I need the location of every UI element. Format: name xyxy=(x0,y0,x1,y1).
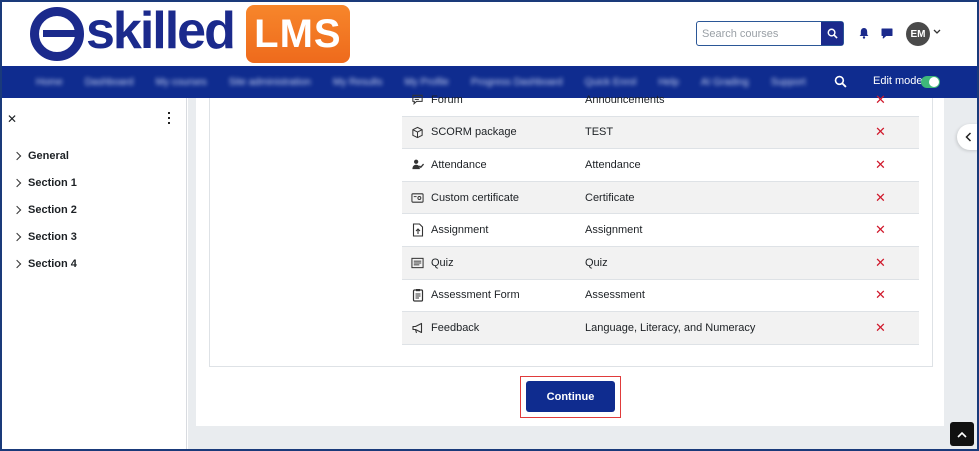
activity-type: Assignment xyxy=(431,224,489,237)
delete-icon[interactable]: ✕ xyxy=(875,92,886,108)
table-row: Feedback Language, Literacy, and Numerac… xyxy=(402,312,919,345)
scorm-package-icon xyxy=(402,126,431,139)
activity-name: Certificate xyxy=(585,191,635,204)
section-label: Section 1 xyxy=(28,177,77,189)
continue-button[interactable]: Continue xyxy=(526,381,615,412)
nav-item-my-courses[interactable]: My courses xyxy=(156,77,207,88)
logo-e-mark xyxy=(30,7,84,61)
chevron-right-icon xyxy=(12,205,22,215)
search-input[interactable] xyxy=(697,22,821,45)
activity-type: Assessment Form xyxy=(431,289,520,302)
edit-mode-toggle[interactable] xyxy=(921,76,940,88)
activity-name: Assignment xyxy=(585,224,643,237)
course-search xyxy=(696,21,844,46)
assessment-form-icon xyxy=(402,288,431,302)
delete-icon[interactable]: ✕ xyxy=(875,222,886,238)
section-label: Section 4 xyxy=(28,258,77,270)
assignment-icon xyxy=(402,223,431,237)
chevron-left-icon xyxy=(964,132,971,142)
open-block-drawer-button[interactable] xyxy=(957,124,979,150)
section-label: Section 2 xyxy=(28,204,77,216)
site-header: skilled LMS EM xyxy=(0,0,979,66)
chevron-right-icon xyxy=(12,178,22,188)
chevron-down-icon[interactable] xyxy=(933,29,941,35)
chat-icon[interactable] xyxy=(880,26,894,40)
user-avatar[interactable]: EM xyxy=(906,22,930,46)
table-row: Custom certificate Certificate ✕ xyxy=(402,181,919,215)
nav-item-dashboard[interactable]: Dashboard xyxy=(85,77,134,88)
activity-name: Language, Literacy, and Numeracy xyxy=(585,321,756,334)
search-button[interactable] xyxy=(821,22,843,45)
quiz-icon xyxy=(402,257,431,269)
delete-icon[interactable]: ✕ xyxy=(875,287,886,303)
kebab-menu-icon[interactable] xyxy=(166,112,172,124)
section-item-section-2[interactable]: Section 2 xyxy=(12,202,77,218)
activity-type: SCORM package xyxy=(431,126,517,139)
nav-item-my-results[interactable]: My Results xyxy=(333,77,382,88)
attendance-icon xyxy=(402,158,431,171)
section-label: Section 3 xyxy=(28,231,77,243)
table-row: SCORM package TEST ✕ xyxy=(402,116,919,150)
bell-icon[interactable] xyxy=(857,26,871,40)
activity-type: Feedback xyxy=(431,321,480,334)
activity-type: Quiz xyxy=(431,256,454,269)
section-item-general[interactable]: General xyxy=(12,148,69,164)
activity-name: TEST xyxy=(585,126,614,139)
activity-name: Announcements xyxy=(585,93,665,106)
activities-table: Forum Announcements ✕ SCORM package TEST… xyxy=(402,84,919,345)
activity-name: Attendance xyxy=(585,158,641,171)
nav-item-home[interactable]: Home xyxy=(36,77,63,88)
chevron-right-icon xyxy=(12,259,22,269)
section-label: General xyxy=(28,150,69,162)
delete-icon[interactable]: ✕ xyxy=(875,320,886,336)
section-item-section-3[interactable]: Section 3 xyxy=(12,229,77,245)
back-to-top-button[interactable] xyxy=(950,422,974,446)
table-row: Quiz Quiz ✕ xyxy=(402,246,919,280)
eskilled-lms-logo[interactable]: skilled LMS xyxy=(30,4,350,64)
chevron-right-icon xyxy=(12,232,22,242)
activity-type: Attendance xyxy=(431,158,487,171)
activity-name: Assessment xyxy=(585,289,645,302)
table-row: Attendance Attendance ✕ xyxy=(402,149,919,182)
certificate-icon xyxy=(402,192,431,204)
forum-icon xyxy=(402,93,431,106)
delete-icon[interactable]: ✕ xyxy=(875,124,886,140)
table-row: Forum Announcements ✕ xyxy=(402,84,919,117)
chevron-right-icon xyxy=(12,151,22,161)
logo-wordmark: skilled xyxy=(86,2,236,60)
feedback-icon xyxy=(402,322,431,334)
delete-icon[interactable]: ✕ xyxy=(875,190,886,206)
logo-lms-badge: LMS xyxy=(245,5,350,63)
table-row: Assessment Form Assessment ✕ xyxy=(402,280,919,313)
table-row: Assignment Assignment ✕ xyxy=(402,214,919,247)
delete-icon[interactable]: ✕ xyxy=(875,157,886,173)
activity-type: Custom certificate xyxy=(431,191,520,204)
section-item-section-4[interactable]: Section 4 xyxy=(12,256,77,272)
activity-name: Quiz xyxy=(585,256,608,269)
close-icon[interactable]: ✕ xyxy=(7,112,17,126)
search-icon xyxy=(827,28,838,39)
section-item-section-1[interactable]: Section 1 xyxy=(12,175,77,191)
activity-type: Forum xyxy=(431,93,463,106)
delete-icon[interactable]: ✕ xyxy=(875,255,886,271)
chevron-up-icon xyxy=(957,431,967,438)
nav-item-site-admin[interactable]: Site administration xyxy=(229,77,311,88)
